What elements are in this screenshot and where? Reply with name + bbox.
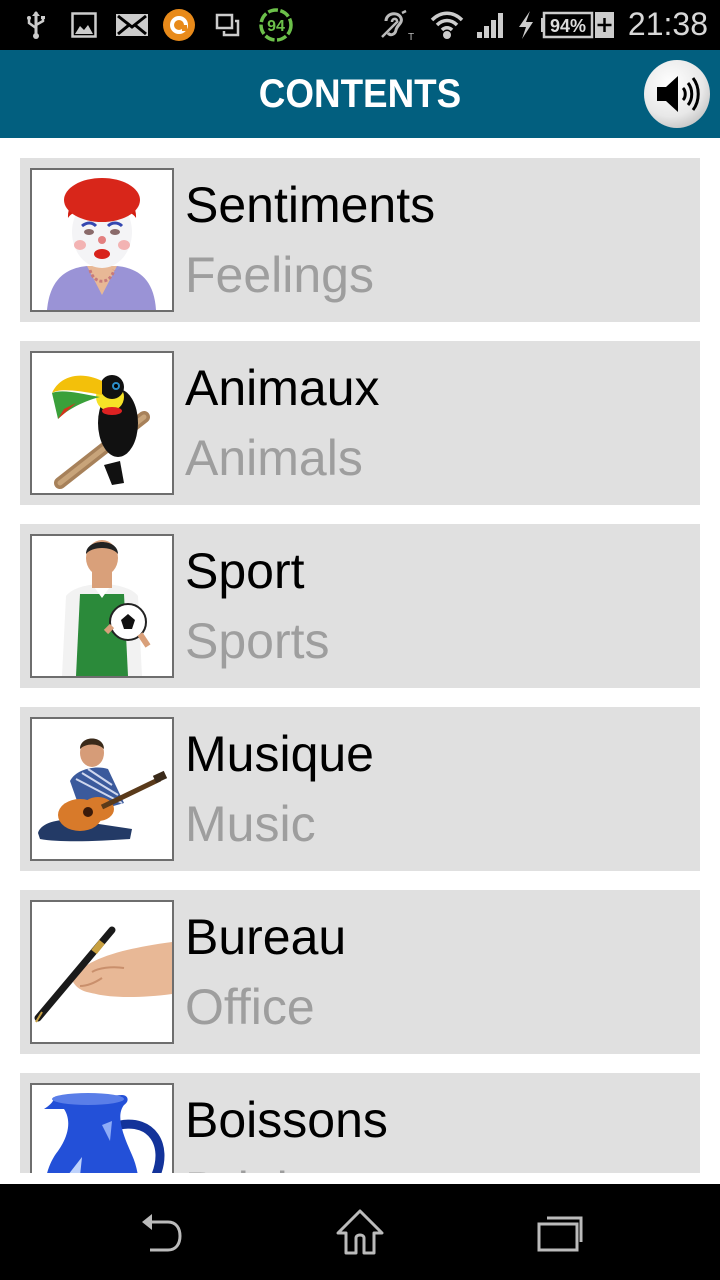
category-english-label: Drinks — [185, 1161, 327, 1173]
back-icon — [142, 1214, 182, 1252]
category-french-label: Sentiments — [185, 177, 436, 233]
home-icon — [336, 1209, 384, 1255]
category-english-label: Sports — [185, 613, 330, 669]
image-icon — [71, 10, 97, 40]
wifi-icon — [430, 10, 464, 40]
recents-button[interactable] — [530, 1204, 590, 1260]
category-french-label: Bureau — [185, 909, 347, 965]
battery-percent: 94% — [550, 16, 586, 36]
category-row-drinks[interactable]: Boissons Drinks — [20, 1073, 700, 1173]
battery-icon: 94% — [538, 10, 618, 40]
category-english-label: Feelings — [185, 247, 374, 303]
category-english-label: Office — [185, 979, 315, 1035]
status-bar: 94 T 94% 21:38 — [0, 0, 720, 50]
category-french-label: Musique — [185, 726, 374, 782]
blue-pitcher-image — [30, 1083, 174, 1173]
signal-icon — [476, 10, 506, 40]
email-icon — [115, 10, 149, 40]
notification-badge: 94 — [267, 18, 285, 35]
clock: 21:38 — [627, 6, 708, 42]
category-english-label: Music — [185, 796, 316, 852]
category-row-office[interactable]: Bureau Office — [20, 890, 700, 1054]
hearing-aid-icon: T — [378, 9, 414, 41]
hand-with-pen-image — [30, 900, 174, 1044]
clown-face-image — [30, 168, 174, 312]
category-row-animals[interactable]: Animaux Animals — [20, 341, 700, 505]
svg-text:T: T — [408, 32, 414, 41]
system-nav-bar — [0, 1184, 720, 1280]
app-header: CONTENTS — [0, 50, 720, 138]
category-french-label: Animaux — [185, 360, 380, 416]
back-button[interactable] — [130, 1204, 190, 1260]
app-circle-icon — [162, 9, 196, 41]
usb-icon — [24, 10, 48, 40]
category-english-label: Animals — [185, 430, 363, 486]
category-french-label: Boissons — [185, 1092, 388, 1148]
page-title: CONTENTS — [258, 72, 462, 116]
screens-icon — [215, 10, 241, 40]
toucan-image — [30, 351, 174, 495]
category-row-sports[interactable]: Sport Sports — [20, 524, 700, 688]
category-row-feelings[interactable]: Sentiments Feelings — [20, 158, 700, 322]
home-button[interactable] — [330, 1204, 390, 1260]
recents-icon — [537, 1216, 583, 1252]
battery-ring-icon: 94 — [258, 8, 294, 42]
speaker-icon — [657, 76, 700, 112]
category-list[interactable]: Sentiments Feelings Animaux Animals Spor… — [0, 138, 720, 1173]
guitarist-image — [30, 717, 174, 861]
sound-toggle-button[interactable] — [644, 60, 710, 128]
soccer-player-image — [30, 534, 174, 678]
category-row-music[interactable]: Musique Music — [20, 707, 700, 871]
charging-icon — [516, 10, 536, 40]
category-french-label: Sport — [185, 543, 305, 599]
